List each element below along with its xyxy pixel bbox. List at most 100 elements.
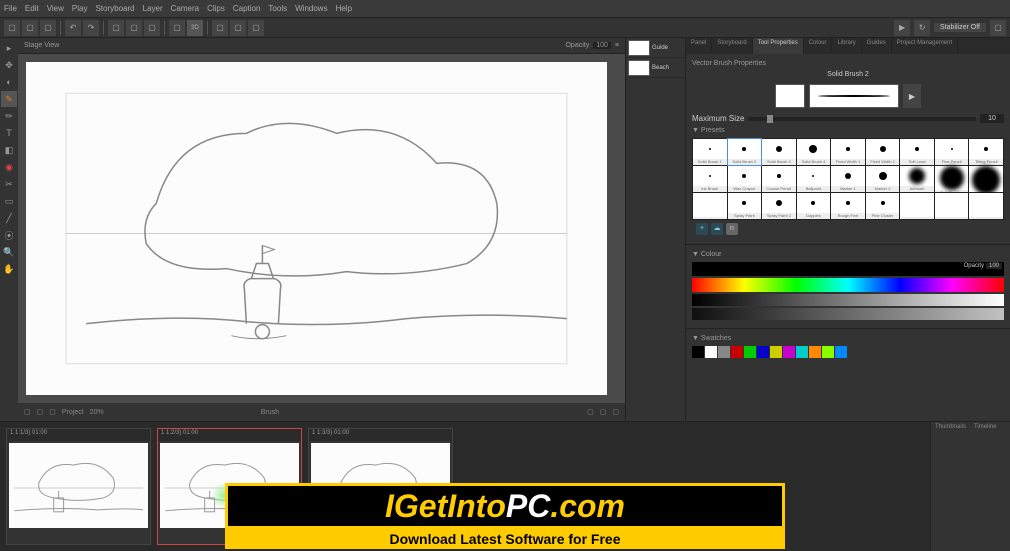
brush-preset[interactable]: Airbrush [900,166,934,192]
size-value[interactable]: 10 [980,114,1004,123]
menu-camera[interactable]: Camera [171,4,199,13]
rotate-icon[interactable]: ▢ [144,20,160,36]
colour-swatch[interactable] [757,346,769,358]
menu-clips[interactable]: Clips [207,4,225,13]
colour-swatch[interactable] [809,346,821,358]
colour-swatch[interactable] [692,346,704,358]
rect-tool-icon[interactable]: ▭ [1,193,17,209]
transform-tool-icon[interactable]: ✥ [1,57,17,73]
grid-icon[interactable]: ▢ [248,20,264,36]
brush-preset[interactable]: Fixed Width 1 [831,139,865,165]
colour-swatch[interactable] [835,346,847,358]
brush-preset[interactable] [693,193,727,219]
brush-preset[interactable]: Solid Brush 2 [728,139,762,165]
menu-windows[interactable]: Windows [295,4,327,13]
opacity-value[interactable]: 100 [593,42,611,49]
brush-next-icon[interactable]: ▶ [903,84,921,108]
zoom-icon[interactable]: ▢ [108,20,124,36]
brush-preset[interactable]: Spray Paint [728,193,762,219]
menu-play[interactable]: Play [72,4,88,13]
brush-preset[interactable] [935,193,969,219]
hand-icon[interactable]: ▢ [126,20,142,36]
menu-tools[interactable]: Tools [268,4,287,13]
redo-icon[interactable]: ↷ [83,20,99,36]
storyboard-thumbnail[interactable]: 1 1:2/3) 01:00 [157,428,302,545]
colour-swatch[interactable] [770,346,782,358]
tab-thumbnails[interactable]: Thumbnails [931,422,970,432]
storyboard-thumbnail[interactable]: 1 1:1/3) 01:00 [6,428,151,545]
value-gradient[interactable] [692,294,1004,306]
menu-view[interactable]: View [47,4,64,13]
alpha-gradient[interactable] [692,308,1004,320]
tab-guides[interactable]: Guides [862,38,892,54]
brush-preset[interactable]: Fine Pencil [935,139,969,165]
menu-edit[interactable]: Edit [25,4,39,13]
tab-library[interactable]: Library [832,38,861,54]
preset-cloud-icon[interactable]: ☁ [711,223,723,235]
3d-icon[interactable]: 3D [187,20,203,36]
menu-file[interactable]: File [4,4,17,13]
hue-spectrum[interactable] [692,278,1004,292]
layer-row[interactable]: Guide [626,38,685,58]
contour-tool-icon[interactable]: ◐ [1,74,17,90]
loop-icon[interactable]: ↻ [914,20,930,36]
drawing-canvas[interactable] [26,62,607,395]
brush-preset[interactable]: Fixed Width 2 [866,139,900,165]
brush-preset[interactable]: Fluid Shading [969,166,1003,192]
menu-help[interactable]: Help [336,4,352,13]
hand-tool-icon[interactable]: ✋ [1,261,17,277]
brush-preset[interactable]: Dapples [797,193,831,219]
select-tool-icon[interactable]: ▸ [1,40,17,56]
brush-preset[interactable]: Coarse Pencil [762,166,796,192]
open-icon[interactable]: ▢ [22,20,38,36]
settings-icon[interactable]: ▢ [990,20,1006,36]
size-slider[interactable] [748,117,976,121]
stage-menu-icon[interactable]: ≡ [615,42,619,49]
colour-swatch[interactable] [718,346,730,358]
preset-n-icon[interactable]: n [726,223,738,235]
zoom-tool-icon[interactable]: 🔍 [1,244,17,260]
brush-tool-icon[interactable]: ✎ [1,91,17,107]
colour-swatch[interactable] [744,346,756,358]
current-colour-bar[interactable]: Opacity 100 [692,262,1004,276]
paint-tool-icon[interactable]: ◉ [1,159,17,175]
zoom-label[interactable]: 20% [90,409,104,416]
colour-swatch[interactable] [822,346,834,358]
brush-preset[interactable] [900,193,934,219]
tab-colour[interactable]: Colour [804,38,833,54]
brush-preset[interactable]: Solid Brush 4 [797,139,831,165]
brush-preset[interactable]: Ink Brush [693,166,727,192]
undo-icon[interactable]: ↶ [65,20,81,36]
eraser-tool-icon[interactable]: ◧ [1,142,17,158]
cutter-tool-icon[interactable]: ✂ [1,176,17,192]
brush-preset[interactable]: Soft Shading [935,166,969,192]
tab-panel[interactable]: Panel [686,38,712,54]
camera-icon[interactable]: ▢ [169,20,185,36]
play-icon[interactable]: ▶ [894,20,910,36]
onion-icon[interactable]: ▢ [212,20,228,36]
brush-preset[interactable]: Marker 1 [831,166,865,192]
menu-storyboard[interactable]: Storyboard [95,4,134,13]
brush-preset[interactable] [969,193,1003,219]
tab-storyboard[interactable]: Storyboard [712,38,752,54]
footer-icon[interactable]: ▢ [612,408,619,416]
brush-preset[interactable]: Ballpoint [797,166,831,192]
layer-row[interactable]: Beach [626,58,685,78]
line-tool-icon[interactable]: ╱ [1,210,17,226]
stabilizer-dropdown[interactable]: Stabilizer Off [934,23,986,32]
menu-caption[interactable]: Caption [233,4,261,13]
storyboard-thumbnail[interactable]: 1 1:3/3) 01:00 [308,428,453,545]
footer-icon[interactable]: ▢ [600,408,607,416]
footer-btn[interactable]: ▢ [37,408,44,416]
colour-swatch[interactable] [731,346,743,358]
pencil-tool-icon[interactable]: ✏ [1,108,17,124]
new-icon[interactable]: ▢ [4,20,20,36]
footer-btn[interactable]: ▢ [24,408,31,416]
brush-preset[interactable]: Spray Paint 2 [762,193,796,219]
footer-icon[interactable]: ▢ [587,408,594,416]
light-icon[interactable]: ▢ [230,20,246,36]
dropper-tool-icon[interactable]: ⦿ [1,227,17,243]
tab-tool-properties[interactable]: Tool Properties [753,38,804,54]
colour-opacity-value[interactable]: 100 [986,263,1002,269]
brush-preset[interactable]: Rough Feel [831,193,865,219]
